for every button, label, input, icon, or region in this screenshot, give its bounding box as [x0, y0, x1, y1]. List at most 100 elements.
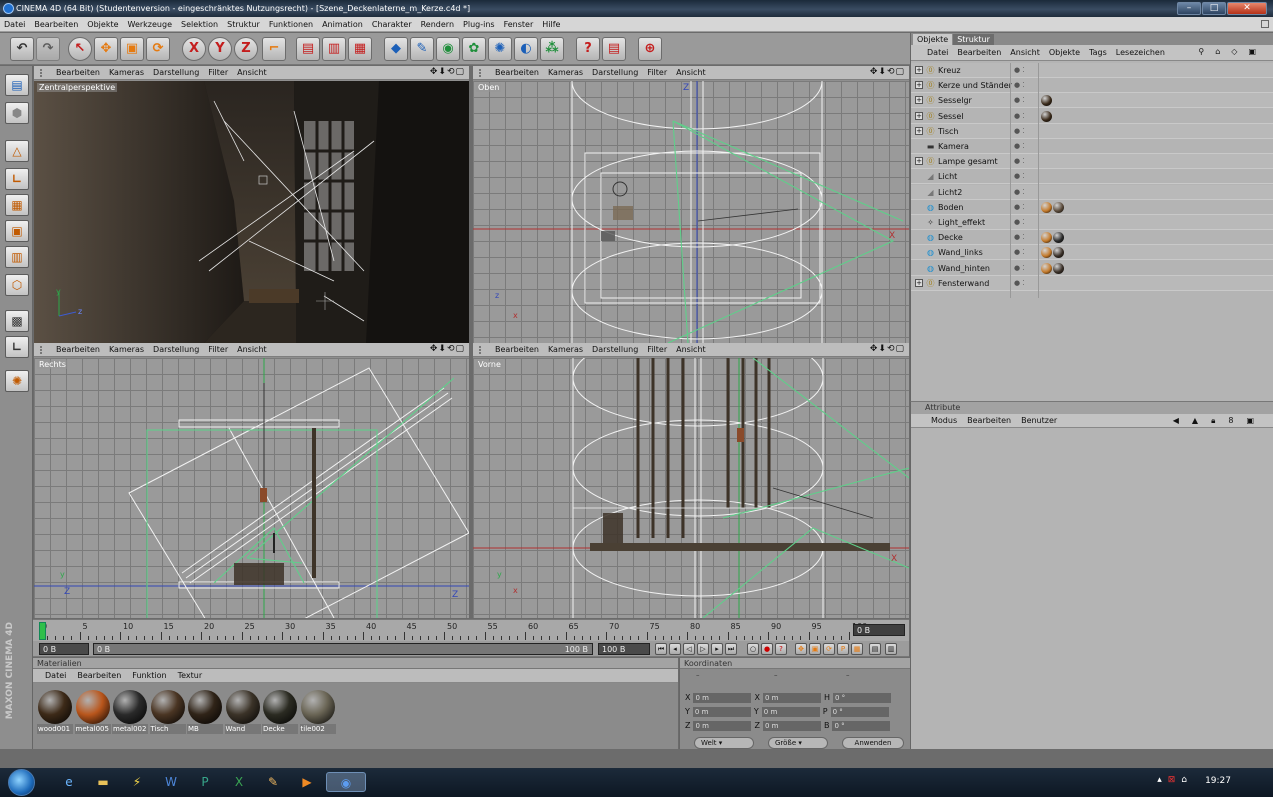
render-settings-icon[interactable]: ▦ [348, 37, 372, 61]
object-name[interactable]: Wand_hinten [938, 261, 990, 276]
viewport-menu-darstellung[interactable]: Darstellung [592, 345, 638, 354]
menu-hilfe[interactable]: Hilfe [542, 20, 560, 29]
object-row[interactable]: + ⓪ Fensterwand ● ⁚ [911, 275, 1273, 291]
viewport-menu-bearbeiten[interactable]: Bearbeiten [56, 68, 100, 77]
timeline[interactable]: 0510152025303540455055606570758085909510… [33, 619, 909, 641]
object-row[interactable]: ◍ Wand_hinten ● ⁚ [911, 261, 1273, 276]
material-swatch[interactable]: Wand [224, 690, 261, 736]
polygons-mode-icon[interactable]: ▦ [5, 194, 29, 216]
coordinate-value-field[interactable]: 0 m [761, 706, 820, 717]
array-icon[interactable]: ✿ [462, 37, 486, 61]
coordinate-value-field[interactable]: 0 m [693, 692, 752, 703]
coordinate-value-field[interactable]: 0 m [693, 720, 752, 731]
search-icon[interactable]: ⚲ [1198, 47, 1206, 56]
attr-menu-bearbeiten[interactable]: Bearbeiten [967, 416, 1011, 425]
material-tag-icon[interactable] [1053, 201, 1064, 213]
end-frame-field[interactable]: 100 B [598, 643, 650, 655]
camera-icon[interactable]: ? [576, 37, 600, 61]
object-name[interactable]: Lampe gesamt [938, 154, 998, 169]
visibility-dots-icon[interactable]: ● ⁚ [1014, 154, 1025, 169]
new-window-icon[interactable]: ▣ [1246, 416, 1257, 425]
expand-icon[interactable]: + [915, 278, 923, 287]
object-row[interactable]: ✧ Light_effekt ● ⁚ [911, 215, 1273, 230]
material-swatch[interactable]: wood001 [37, 690, 73, 736]
object-name[interactable]: Sessel [938, 109, 963, 124]
next-frame-icon[interactable]: ▸ [711, 643, 723, 655]
obj-menu-objekte[interactable]: Objekte [1049, 48, 1080, 57]
obj-menu-bearbeiten[interactable]: Bearbeiten [957, 48, 1001, 57]
object-name[interactable]: Light_effekt [938, 215, 985, 230]
viewport-menu-filter[interactable]: Filter [208, 68, 228, 77]
object-row[interactable]: ◢ Licht ● ⁚ [911, 169, 1273, 185]
object-name[interactable]: Kerze und Ständer [938, 78, 1012, 93]
eye-icon[interactable]: ◇ [1231, 47, 1239, 56]
material-swatch[interactable]: MB [187, 690, 223, 736]
viewport-front[interactable]: Bearbeiten Kameras Darstellung Filter An… [473, 343, 909, 618]
object-name[interactable]: Boden [938, 200, 963, 215]
visibility-dots-icon[interactable]: ● ⁚ [1014, 78, 1025, 93]
pla-key-icon[interactable]: ▦ [851, 643, 863, 655]
start-frame-field[interactable]: 0 B [39, 643, 89, 655]
obj-menu-ansicht[interactable]: Ansicht [1010, 48, 1040, 57]
keyframe-selection-icon[interactable]: ? [775, 643, 787, 655]
light-icon[interactable]: ▤ [602, 37, 626, 61]
visibility-dots-icon[interactable]: ● ⁚ [1014, 93, 1025, 108]
visibility-dots-icon[interactable]: ● ⁚ [1014, 230, 1025, 245]
rotation-key-icon[interactable]: ⟳ [823, 643, 835, 655]
globe-icon[interactable]: ⊕ [638, 37, 662, 61]
expand-icon[interactable]: + [915, 96, 923, 105]
menu-funktionen[interactable]: Funktionen [269, 20, 313, 29]
object-name[interactable]: Tisch [938, 124, 959, 139]
coordinate-value-field[interactable]: 0 ° [832, 720, 891, 731]
menu-werkzeuge[interactable]: Werkzeuge [128, 20, 172, 29]
word-icon[interactable]: W [160, 772, 182, 792]
scene-icon[interactable]: ⁂ [540, 37, 564, 61]
tab-objekte[interactable]: Objekte [913, 34, 953, 45]
media-icon[interactable]: ▶ [296, 772, 318, 792]
deformer-icon[interactable]: ✺ [488, 37, 512, 61]
object-row[interactable]: + ⓪ Sessel ● ⁚ [911, 109, 1273, 124]
object-name[interactable]: Fensterwand [938, 276, 989, 291]
network-icon[interactable]: ⌂ [1181, 775, 1193, 785]
visibility-dots-icon[interactable]: ● ⁚ [1014, 124, 1025, 139]
playhead[interactable] [39, 622, 46, 640]
minimize-button[interactable]: – [1177, 2, 1201, 15]
excel-icon[interactable]: X [228, 772, 250, 792]
expand-icon[interactable]: + [915, 157, 923, 166]
undo-icon[interactable]: ↶ [10, 37, 34, 61]
object-row[interactable]: + ⓪ Tisch ● ⁚ [911, 123, 1273, 139]
material-menu-textur[interactable]: Textur [178, 671, 203, 680]
paint-mode-icon[interactable]: ✺ [5, 370, 29, 392]
use-model-mode-icon[interactable]: ▤ [5, 74, 29, 96]
material-tag-icon[interactable] [1053, 247, 1064, 259]
back-arrow-icon[interactable]: ◀ [1173, 416, 1182, 425]
scheme-icon[interactable]: ▥ [885, 643, 897, 655]
material-tag-icon[interactable] [1053, 232, 1064, 244]
viewport-menu-kameras[interactable]: Kameras [109, 68, 144, 77]
ie-icon[interactable]: e [58, 772, 80, 792]
expand-icon[interactable]: + [915, 111, 923, 120]
expand-icon[interactable]: + [915, 126, 923, 135]
apply-button[interactable]: Anwenden [842, 737, 904, 749]
autokey-icon[interactable]: ● [761, 643, 773, 655]
object-name[interactable]: Licht2 [938, 185, 962, 200]
material-swatch[interactable]: tile002 [299, 690, 336, 736]
z-axis-icon[interactable]: Z [234, 37, 258, 61]
object-manager-tool-icons[interactable]: ⚲ ⌂ ◇ ▣ [1198, 47, 1267, 57]
explorer-icon[interactable]: ▬ [92, 772, 114, 792]
use-object-mode-icon[interactable]: ⬢ [5, 102, 29, 124]
antivirus-icon[interactable]: ⊠ [1168, 775, 1182, 785]
object-row[interactable]: + ⓪ Kerze und Ständer ● ⁚ [911, 78, 1273, 94]
visibility-dots-icon[interactable]: ● ⁚ [1014, 169, 1025, 184]
range-slider[interactable]: 0 B 100 B [93, 643, 593, 655]
right-canvas[interactable]: Rechts y Z Z [34, 358, 469, 618]
x-axis-icon[interactable]: X [182, 37, 206, 61]
viewport-menu-darstellung[interactable]: Darstellung [153, 68, 199, 77]
object-name[interactable]: Sesselgr [938, 93, 972, 108]
current-frame-field[interactable]: 0 B [853, 624, 905, 636]
viewport-navigation-icons[interactable]: ✥⬇⟲▢ [430, 344, 465, 354]
obj-menu-lesezeichen[interactable]: Lesezeichen [1116, 48, 1165, 57]
object-name[interactable]: Wand_links [938, 245, 983, 260]
texture-tag-icon[interactable] [1041, 232, 1052, 244]
new-window-icon[interactable]: ▣ [1248, 47, 1258, 56]
